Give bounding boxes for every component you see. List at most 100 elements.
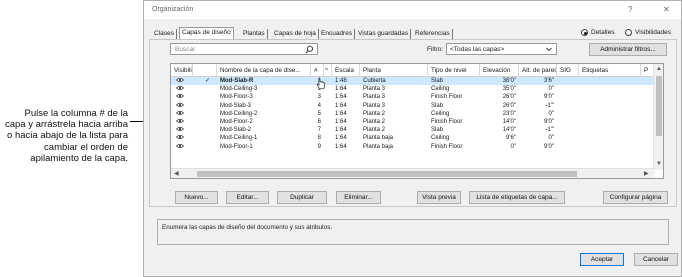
layer-name[interactable]: Mod-Slab-3 xyxy=(217,102,311,110)
vertical-scroll-thumb[interactable] xyxy=(656,76,662,136)
layer-elevation: 26'0" xyxy=(502,94,516,101)
page-setup-button[interactable]: Configurar página xyxy=(603,191,668,204)
layer-level-type: Slab xyxy=(431,127,444,134)
details-radio[interactable]: Detalles xyxy=(581,29,614,36)
layer-wall-height: 0" xyxy=(548,110,554,117)
help-icon[interactable]: ? xyxy=(628,5,632,14)
active-layer-check-icon[interactable] xyxy=(193,85,217,93)
layer-scale: 1:64 xyxy=(335,102,347,109)
edit-button[interactable]: Editar... xyxy=(226,191,269,204)
eye-icon[interactable] xyxy=(171,118,193,126)
col-layer-name[interactable]: Nombre de la capa de dise... xyxy=(217,64,311,77)
layer-stacking-number[interactable]: 9 xyxy=(311,143,324,151)
layer-stacking-number[interactable]: 4 xyxy=(311,102,324,110)
layer-story: Planta 2 xyxy=(363,110,386,117)
col-number[interactable]: # xyxy=(311,64,324,77)
layer-wall-height: -1'" xyxy=(545,102,554,109)
filter-dropdown[interactable]: <Todas las capas> xyxy=(446,43,557,55)
ok-button[interactable]: Aceptar xyxy=(580,253,624,266)
layer-name[interactable]: Mod-Ceiling-3 xyxy=(217,85,311,93)
organization-dialog: Organización ? ✕ Clases Capas de diseño … xyxy=(143,0,682,277)
col-gis[interactable]: SIG xyxy=(557,64,579,77)
active-layer-check-icon[interactable] xyxy=(193,93,217,101)
layer-story: Planta baja xyxy=(363,135,394,142)
instruction-callout: Pulse la columna # de la capa y arrástre… xyxy=(4,108,128,164)
table-row[interactable]: Mod-Floor-3 3 1:64 Planta 3 Finish Floor 26'0… xyxy=(171,93,655,101)
layer-elevation: 35'0" xyxy=(502,86,516,93)
table-row[interactable]: ✓Mod-Slab-R11:48CubiertaSlab38'0"3'6" xyxy=(171,77,655,86)
scroll-left-icon[interactable]: ◀ xyxy=(174,171,179,177)
eye-icon[interactable] xyxy=(171,93,193,101)
col-active[interactable] xyxy=(193,64,217,77)
layer-name[interactable]: Mod-Slab-R xyxy=(217,77,311,85)
cancel-button[interactable]: Cancelar xyxy=(634,253,678,266)
col-scale[interactable]: Escala xyxy=(332,64,360,77)
new-button[interactable]: Nuevo... xyxy=(175,191,218,204)
layer-wall-height: 0" xyxy=(548,135,554,142)
table-row[interactable]: Mod-Ceiling-2 5 1:64 Planta 2 Ceiling 23'0" 0" xyxy=(171,110,655,118)
layer-scale: 1:64 xyxy=(335,94,347,101)
visibilities-radio[interactable]: Visibilidades xyxy=(625,29,671,36)
col-story[interactable]: Planta xyxy=(360,64,428,77)
layer-name[interactable]: Mod-Floor-1 xyxy=(217,143,311,151)
layer-wall-height: 9'0" xyxy=(544,118,554,125)
active-layer-check-icon[interactable] xyxy=(193,143,217,151)
layer-elevation: 23'0" xyxy=(502,110,516,117)
horizontal-scrollbar[interactable]: ◀ ▶ xyxy=(171,168,655,178)
scroll-up-icon[interactable]: ▲ xyxy=(656,66,662,72)
active-layer-check-icon[interactable] xyxy=(193,110,217,118)
layer-stacking-number[interactable]: 3 xyxy=(311,93,324,101)
delete-button[interactable]: Eliminar... xyxy=(336,191,381,204)
scroll-down-icon[interactable]: ▼ xyxy=(656,161,662,167)
table-row[interactable]: Mod-Slab-2 7 1:64 Planta 2 Slab 14'0" -1'" xyxy=(171,126,655,134)
table-row[interactable]: Mod-Floor-1 9 1:64 Planta baja Finish Floor 0… xyxy=(171,143,655,151)
active-layer-check-icon[interactable] xyxy=(193,118,217,126)
eye-icon[interactable] xyxy=(171,134,193,142)
layers-table: Visibili... Nombre de la capa de dise...… xyxy=(170,63,664,179)
active-layer-check-icon[interactable] xyxy=(193,126,217,134)
eye-icon[interactable] xyxy=(171,126,193,134)
eye-icon[interactable] xyxy=(171,102,193,110)
col-visibility[interactable]: Visibili... xyxy=(171,64,193,77)
table-row[interactable]: Mod-Floor-2 6 1:64 Planta 2 Finish Floor 14'0… xyxy=(171,118,655,126)
eye-icon[interactable] xyxy=(171,110,193,118)
title-bar: Organización ? ✕ xyxy=(144,1,681,19)
col-wall-height[interactable]: Alt. de pared xyxy=(519,64,557,77)
layer-scale: 1:64 xyxy=(335,135,347,142)
layer-stacking-number[interactable]: 7 xyxy=(311,126,324,134)
table-row[interactable]: Mod-Ceiling-1 8 1:64 Planta baja Ceiling 9'6"… xyxy=(171,134,655,142)
layer-name[interactable]: Mod-Slab-2 xyxy=(217,126,311,134)
layer-name[interactable]: Mod-Ceiling-1 xyxy=(217,134,311,142)
layer-stacking-number[interactable]: 5 xyxy=(311,110,324,118)
search-input[interactable]: Buscar xyxy=(170,43,318,55)
layer-level-type: Finish Floor xyxy=(431,118,463,125)
col-elevation[interactable]: Elevación xyxy=(480,64,519,77)
eye-icon[interactable] xyxy=(171,143,193,151)
scroll-right-icon[interactable]: ▶ xyxy=(644,171,649,177)
table-row[interactable]: Mod-Ceiling-3 2 1:64 Planta 3 Ceiling 35'0" 0" xyxy=(171,85,655,93)
layer-stacking-number[interactable]: 8 xyxy=(311,134,324,142)
layer-tag-list-button[interactable]: Lista de etiquetas de capa... xyxy=(469,191,565,204)
layer-level-type: Ceiling xyxy=(431,110,450,117)
preview-button[interactable]: Vista previa xyxy=(417,191,461,204)
table-row[interactable]: Mod-Slab-3 4 1:64 Planta 3 Slab 26'0" -1'" xyxy=(171,102,655,110)
active-layer-check-icon[interactable] xyxy=(193,102,217,110)
layer-scale: 1:64 xyxy=(335,110,347,117)
eye-icon[interactable] xyxy=(171,85,193,93)
active-layer-check-icon[interactable] xyxy=(193,134,217,142)
col-tags[interactable]: Etiquetas xyxy=(579,64,641,77)
vertical-scrollbar[interactable]: ▲ ▼ xyxy=(653,64,663,170)
layer-name[interactable]: Mod-Floor-2 xyxy=(217,118,311,126)
eye-icon[interactable] xyxy=(171,77,193,85)
duplicate-button[interactable]: Duplicar xyxy=(277,191,327,204)
horizontal-scroll-thumb[interactable] xyxy=(197,171,577,177)
layer-name[interactable]: Mod-Ceiling-2 xyxy=(217,110,311,118)
close-icon[interactable]: ✕ xyxy=(663,5,670,14)
layer-name[interactable]: Mod-Floor-3 xyxy=(217,93,311,101)
layer-elevation: 38'0" xyxy=(502,78,516,84)
col-level-type[interactable]: Tipo de nivel xyxy=(428,64,480,77)
manage-filters-button[interactable]: Administrar filtros... xyxy=(589,43,667,56)
layer-stacking-number[interactable]: 6 xyxy=(311,118,324,126)
active-layer-check-icon[interactable]: ✓ xyxy=(193,77,217,85)
layer-wall-height: -1'" xyxy=(545,127,554,134)
